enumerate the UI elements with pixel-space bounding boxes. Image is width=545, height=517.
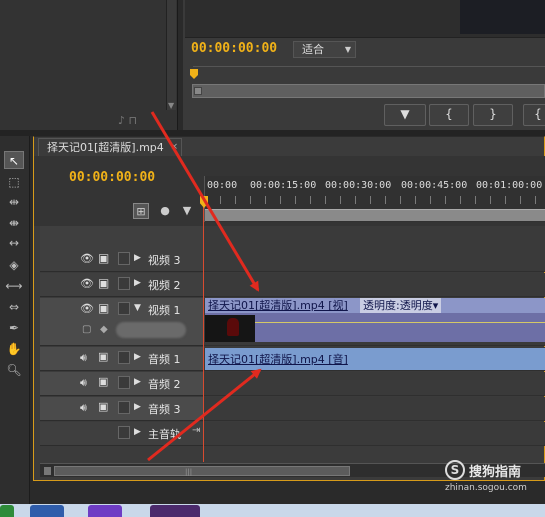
annotation-arrows [147, 111, 262, 462]
arrow-to-audio-clip [147, 368, 262, 462]
premiere-workspace: ▼ ♪ ⊓ 00:00:00:00 适合 ▼ ▼ { } { ↖ ⬚ ⇹ ⇼ ↔ … [0, 0, 545, 517]
arrow-to-video-clip [150, 111, 260, 292]
